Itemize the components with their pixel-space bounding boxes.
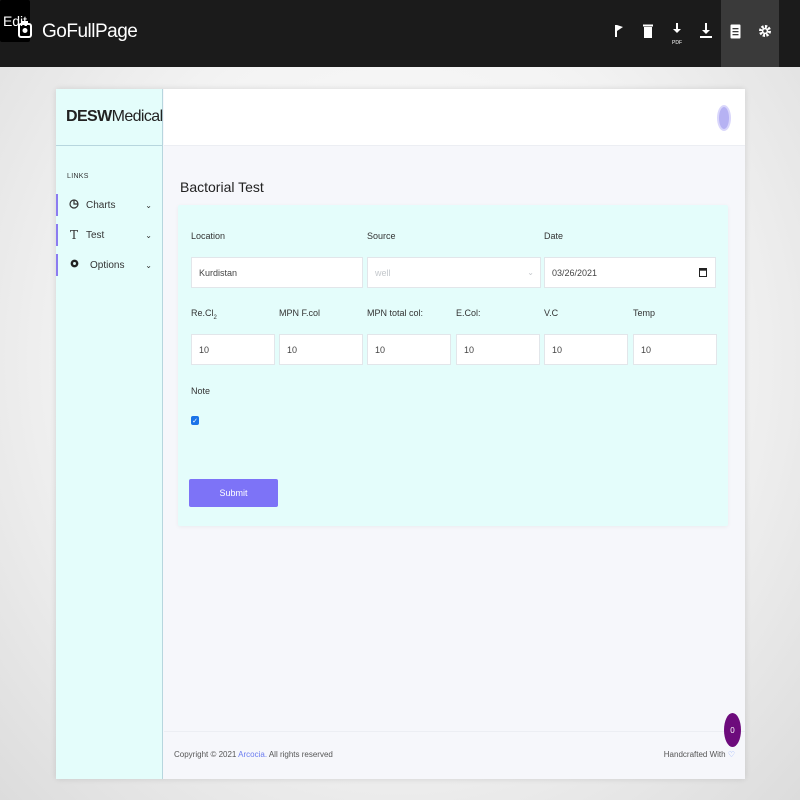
file-icon: [730, 24, 741, 44]
download-pdf-button[interactable]: PDF: [668, 0, 686, 67]
mpn-total-col-input[interactable]: 10: [367, 334, 451, 365]
location-label: Location: [191, 231, 226, 241]
download-pdf-icon: [672, 22, 682, 40]
brand-name: GoFullPage: [42, 20, 138, 42]
heart-icon: ♡: [727, 750, 735, 759]
sidebar-section-label: LINKS: [67, 173, 89, 180]
source-select[interactable]: well ⌄: [367, 257, 541, 288]
text-icon: T: [69, 228, 78, 242]
sidebar-header: DESWMedical: [56, 89, 163, 146]
pie-chart-icon: [67, 198, 81, 212]
sidebar-item-label: Options: [90, 259, 125, 271]
flag-button[interactable]: [610, 0, 628, 67]
bactorial-test-form: Location Kurdistan Source well ⌄ Date 03…: [178, 205, 728, 526]
logo[interactable]: DESWMedical: [66, 108, 163, 126]
footer: Copyright © 2021 Arcocia. All rights res…: [164, 731, 745, 779]
sidebar: DESWMedical LINKS Charts ⌄ T Test ⌄ Opti…: [56, 89, 163, 779]
trash-icon: [643, 23, 653, 44]
avatar[interactable]: [717, 105, 731, 131]
gear-icon: [67, 259, 81, 271]
sidebar-item-label: Test: [86, 229, 105, 241]
files-button[interactable]: [721, 0, 750, 67]
mpn-total-col-label: MPN total col:: [367, 308, 424, 318]
notification-badge[interactable]: 0: [724, 713, 741, 747]
source-label: Source: [367, 231, 396, 241]
settings-button[interactable]: [750, 0, 779, 67]
temp-input[interactable]: 10: [633, 334, 717, 365]
vc-input[interactable]: 10: [544, 334, 628, 365]
sidebar-item-test[interactable]: T Test ⌄: [56, 224, 162, 246]
sidebar-item-charts[interactable]: Charts ⌄: [56, 194, 162, 216]
location-input[interactable]: Kurdistan: [191, 257, 363, 288]
ecol-label: E.Col:: [456, 308, 481, 318]
mpn-fcol-input[interactable]: 10: [279, 334, 363, 365]
brand: GoFullPage: [18, 20, 138, 43]
date-input[interactable]: 03/26/2021: [544, 257, 716, 288]
chevron-down-icon: ⌄: [145, 200, 152, 210]
extension-toolbar: GoFullPage Edit PDF: [0, 0, 800, 67]
sidebar-item-label: Charts: [86, 199, 116, 211]
submit-button[interactable]: Submit: [189, 479, 278, 507]
app-window: DESWMedical LINKS Charts ⌄ T Test ⌄ Opti…: [56, 89, 745, 779]
camera-icon: [18, 20, 32, 43]
copyright-text: Copyright © 2021 Arcocia. All rights res…: [174, 750, 333, 759]
note-checkbox[interactable]: ✓: [191, 416, 199, 425]
source-value: well: [375, 267, 391, 278]
handcrafted-text: Handcrafted With ♡: [663, 750, 735, 759]
mpn-fcol-label: MPN F.col: [279, 308, 321, 318]
download-icon: [700, 23, 712, 44]
sidebar-item-options[interactable]: Options ⌄: [56, 254, 162, 276]
flag-icon: [614, 24, 624, 43]
recl-label: Re.Cl2: [191, 308, 217, 321]
date-label: Date: [544, 231, 564, 241]
chevron-down-icon: ⌄: [145, 230, 152, 240]
download-button[interactable]: [697, 0, 715, 67]
pdf-label: PDF: [672, 39, 682, 46]
date-value: 03/26/2021: [552, 267, 598, 278]
vc-label: V.C: [544, 308, 559, 318]
company-link[interactable]: Arcocia.: [238, 750, 267, 759]
recl-input[interactable]: 10: [191, 334, 275, 365]
delete-button[interactable]: [639, 0, 657, 67]
chevron-down-icon: ⌄: [527, 268, 534, 277]
top-header: [164, 89, 745, 146]
chevron-down-icon: ⌄: [145, 260, 152, 270]
note-label: Note: [191, 386, 211, 396]
temp-label: Temp: [633, 308, 656, 318]
page-title: Bactorial Test: [180, 179, 264, 195]
calendar-icon[interactable]: [699, 267, 707, 279]
gear-icon: [758, 24, 772, 43]
ecol-input[interactable]: 10: [456, 334, 540, 365]
